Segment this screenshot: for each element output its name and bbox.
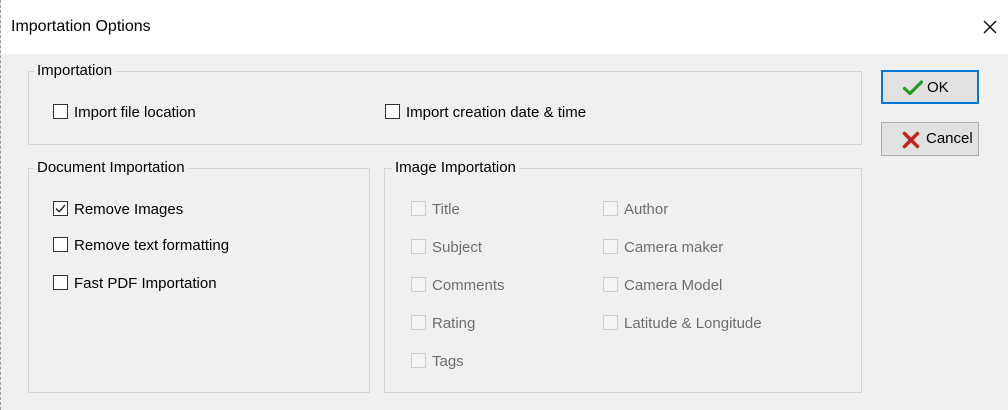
importation-options-dialog: Importation Options Importation Import f… [0, 0, 1008, 410]
checkbox-box[interactable] [603, 315, 618, 330]
checkbox-box[interactable] [411, 239, 426, 254]
dialog-title: Importation Options [11, 18, 151, 35]
cancel-button-label: Cancel [926, 130, 973, 147]
checkbox-label: Rating [432, 315, 476, 332]
checkbox-label: Import file location [74, 104, 196, 121]
checkbox-label: Author [624, 201, 669, 218]
checkbox-box[interactable] [53, 237, 68, 252]
cancel-button[interactable]: Cancel [881, 122, 979, 156]
checkbox-label: Import creation date & time [406, 104, 587, 121]
checkbox-box[interactable] [53, 201, 68, 216]
checkmark-icon [55, 204, 66, 213]
checkbox-label: Camera Model [624, 277, 723, 294]
checkbox-box[interactable] [603, 277, 618, 292]
checkbox-box[interactable] [603, 201, 618, 216]
checkbox-box[interactable] [603, 239, 618, 254]
checkbox-box[interactable] [411, 277, 426, 292]
checkbox-label: Subject [432, 239, 483, 256]
title-bar: Importation Options [1, 0, 1008, 54]
close-button[interactable] [969, 10, 1008, 46]
checkbox-box[interactable] [411, 201, 426, 216]
importation-group-legend: Importation [34, 62, 116, 80]
checkbox-label: Title [432, 201, 460, 218]
checkbox-label: Comments [432, 277, 505, 294]
checkbox-label: Tags [432, 353, 464, 370]
checkbox-label: Latitude & Longitude [624, 315, 762, 332]
checkbox-box[interactable] [53, 104, 68, 119]
checkbox-box[interactable] [411, 315, 426, 330]
ok-button[interactable]: OK [881, 70, 979, 104]
checkmark-icon [903, 80, 923, 96]
ok-button-label: OK [927, 79, 949, 96]
checkbox-box[interactable] [385, 104, 400, 119]
checkbox-label: Remove text formatting [74, 237, 230, 254]
checkbox-label: Remove Images [74, 201, 184, 218]
close-icon [983, 20, 997, 34]
x-mark-icon [902, 131, 920, 149]
checkbox-label: Camera maker [624, 239, 724, 256]
checkbox-label: Fast PDF Importation [74, 275, 217, 292]
image-importation-group-legend: Image Importation [392, 159, 519, 177]
checkbox-box[interactable] [411, 353, 426, 368]
document-importation-group-legend: Document Importation [34, 159, 188, 177]
checkbox-box[interactable] [53, 275, 68, 290]
